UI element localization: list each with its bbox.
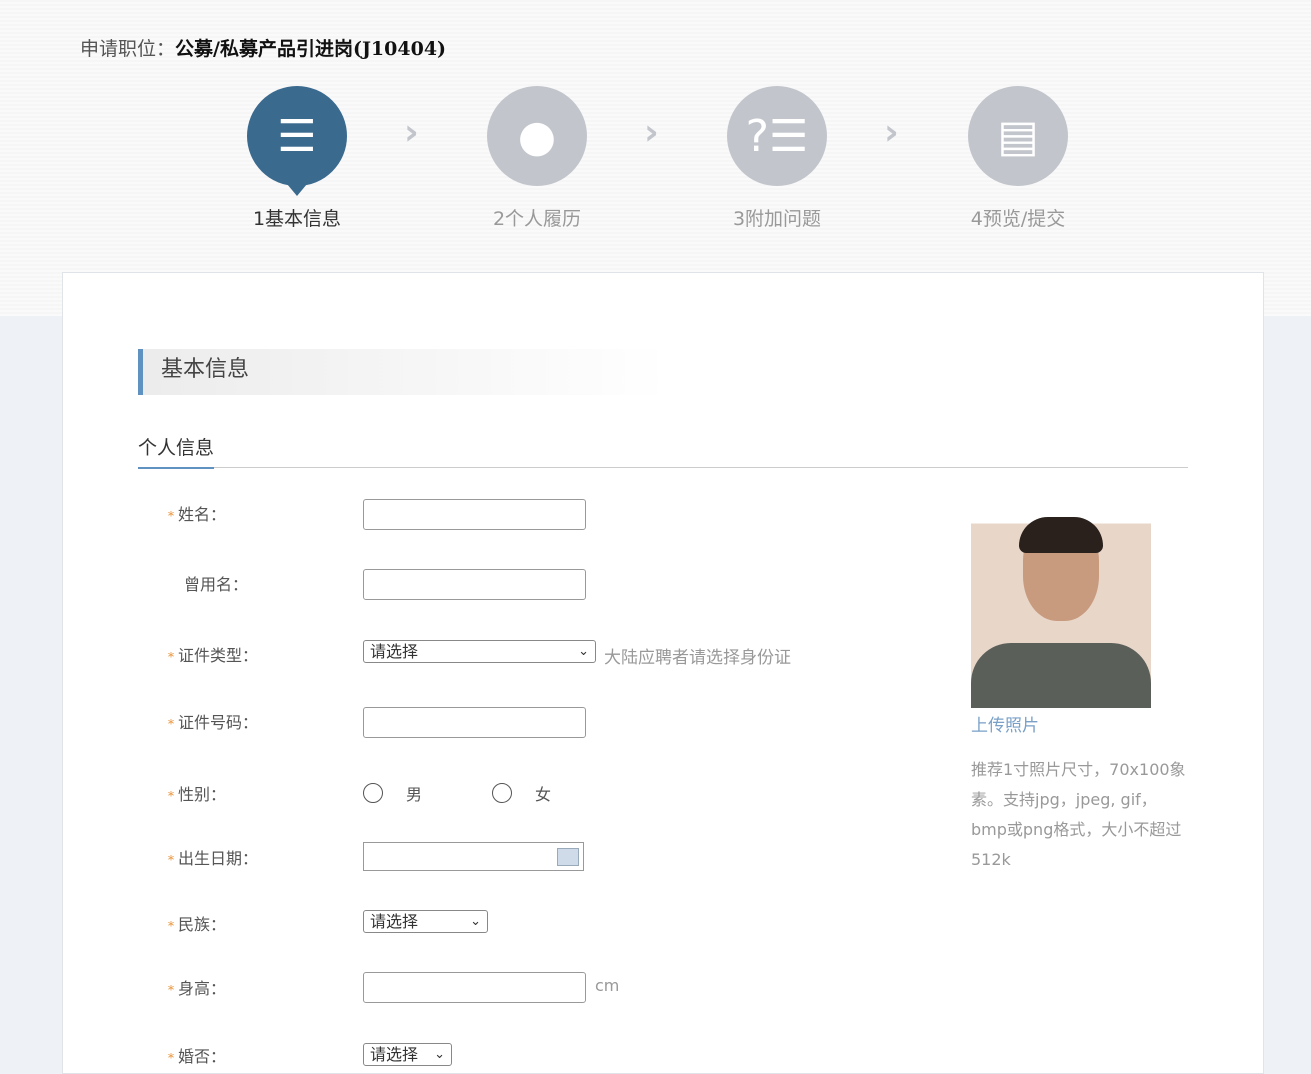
document-icon: ▤ [968,86,1068,186]
height-label: * 身高： [168,979,227,998]
profile-photo [971,503,1151,708]
step-label: 1基本信息 [252,208,342,230]
form-card: 基本信息 个人信息 * 姓名： 曾用名： * 证件类型： 请选择 ⌄ 大陆应聘者请选择… [62,272,1264,1074]
gender-label: * 性别： [168,785,227,804]
chevron-right-icon: › [404,112,419,153]
step-preview-submit[interactable]: ▤ 4预览/提交 [958,86,1078,231]
female-label: 女 [535,785,552,804]
gender-female-radio[interactable] [492,783,512,803]
chevron-right-icon: › [644,112,659,153]
birth-date-label: * 出生日期： [168,849,259,868]
job-label: 申请职位： [80,38,176,60]
ethnicity-select[interactable]: 请选择 ⌄ [363,910,488,933]
marital-select[interactable]: 请选择 ⌄ [363,1043,452,1066]
job-title: 公募/私募产品引进岗(J10404) [175,38,447,60]
id-type-hint: 大陆应聘者请选择身份证 [604,648,791,668]
upload-photo-link[interactable]: 上传照片 [971,711,1039,736]
step-label: 3附加问题 [732,208,822,230]
former-name-label: 曾用名： [184,575,249,594]
step-label: 2个人履历 [492,208,582,230]
subsection-header: 个人信息 [138,433,1188,469]
chevron-down-icon: ⌄ [434,1047,445,1062]
step-label: 4预览/提交 [970,208,1066,230]
step-questions[interactable]: ?☰ 3附加问题 [717,86,837,231]
birth-date-input[interactable] [363,842,584,871]
id-number-label: * 证件号码： [168,713,259,732]
name-input[interactable] [363,499,586,530]
chevron-right-icon: › [884,112,899,153]
step-resume[interactable]: ● 2个人履历 [477,86,597,231]
id-type-label: * 证件类型： [168,646,259,665]
id-type-select[interactable]: 请选择 ⌄ [363,640,596,663]
height-unit: cm [595,976,620,995]
subsection-title: 个人信息 [138,433,215,469]
chevron-down-icon: ⌄ [578,644,589,659]
male-label: 男 [406,785,423,804]
ribbon-icon: ● [487,86,587,186]
height-input[interactable] [363,972,586,1003]
former-name-input[interactable] [363,569,586,600]
calendar-icon[interactable] [557,848,579,866]
name-label: * 姓名： [168,505,227,524]
marital-label: * 婚否： [168,1047,227,1066]
chevron-down-icon: ⌄ [470,914,481,929]
person-card-icon: ☰ [247,86,347,196]
ethnicity-label: * 民族： [168,915,227,934]
gender-male-radio[interactable] [363,783,383,803]
step-basic-info[interactable]: ☰ 1基本信息 [237,86,357,231]
id-number-input[interactable] [363,707,586,738]
question-list-icon: ?☰ [727,86,827,186]
photo-note: 推荐1寸照片尺寸，70x100象素。支持jpg，jpeg, gif，bmp或pn… [971,760,1186,869]
section-title: 基本信息 [138,349,668,395]
job-heading: 申请职位：公募/私募产品引进岗(J10404) [80,34,446,61]
